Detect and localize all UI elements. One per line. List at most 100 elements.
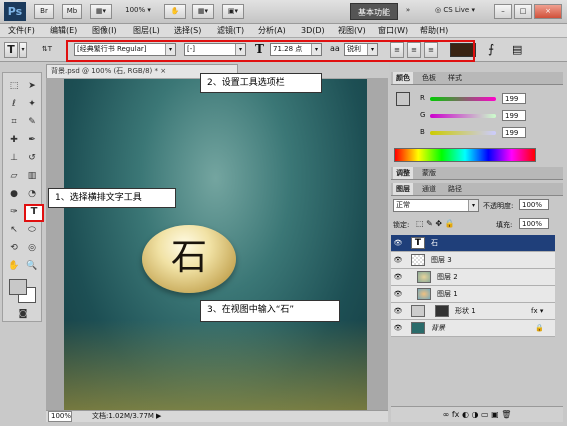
layers-panel-tabs: 图层 通道 路径 xyxy=(391,183,563,196)
menu-edit[interactable]: 编辑(E) xyxy=(50,25,77,37)
pen-tool[interactable]: ✑ xyxy=(6,205,22,219)
workspace-expand-button[interactable]: » xyxy=(402,4,414,19)
view-extras-button[interactable]: ▦▾ xyxy=(90,4,112,19)
hand-tool[interactable]: ✋ xyxy=(6,259,22,273)
crop-tool[interactable]: ⌗ xyxy=(6,115,22,129)
eye-icon[interactable]: 👁 xyxy=(393,238,403,248)
tab-color[interactable]: 颜色 xyxy=(393,72,413,84)
lasso-tool[interactable]: ℓ xyxy=(6,97,22,111)
type-tool-icon: T xyxy=(30,206,38,217)
window-minimize-button[interactable]: – xyxy=(494,4,512,19)
menu-image[interactable]: 图像(I) xyxy=(92,25,117,37)
layer-row-background[interactable]: 👁 背景 🔒 xyxy=(391,320,555,337)
opacity-input[interactable]: 100% xyxy=(519,199,549,210)
eye-icon[interactable]: 👁 xyxy=(393,255,403,265)
character-panel-button[interactable]: ▤ xyxy=(512,43,522,56)
eye-icon[interactable]: 👁 xyxy=(393,323,403,333)
tool-preset-arrow[interactable]: ▾ xyxy=(19,42,27,58)
hand-tool-button[interactable]: ✋ xyxy=(164,4,186,19)
layer-thumbnail xyxy=(411,254,425,266)
zoom-field[interactable]: 100% xyxy=(48,411,72,422)
fill-input[interactable]: 100% xyxy=(519,218,549,229)
tab-masks[interactable]: 蒙版 xyxy=(419,167,439,179)
layer-row-3[interactable]: 👁 图层 3 xyxy=(391,252,555,269)
clone-stamp-tool[interactable]: ⊥ xyxy=(6,151,22,165)
tool-preset-picker[interactable]: T xyxy=(4,42,18,58)
warp-text-button[interactable]: ⨍ xyxy=(488,42,494,56)
eraser-tool[interactable]: ▱ xyxy=(6,169,22,183)
menu-3d[interactable]: 3D(D) xyxy=(301,25,325,37)
screen-mode-button[interactable]: ▣▾ xyxy=(222,4,244,19)
hand-icon: ✋ xyxy=(170,7,180,15)
window-close-button[interactable]: × xyxy=(534,4,562,19)
3d-camera-tool[interactable]: ◎ xyxy=(24,241,40,255)
blend-mode-select[interactable]: 正常 ▾ xyxy=(393,199,479,212)
foreground-color-swatch[interactable] xyxy=(9,279,27,295)
menu-analysis[interactable]: 分析(A) xyxy=(258,25,286,37)
menu-select[interactable]: 选择(S) xyxy=(174,25,201,37)
menu-filter[interactable]: 滤镜(T) xyxy=(217,25,244,37)
move-tool[interactable]: ➤ xyxy=(24,79,40,93)
eye-icon[interactable]: 👁 xyxy=(393,289,403,299)
path-select-tool[interactable]: ↖ xyxy=(6,223,22,237)
layer-actions-icons[interactable]: ∞ fx ◐ ◑ ▭ ▣ 🗑 xyxy=(443,410,512,419)
toggle-text-orientation-button[interactable]: ⇅T xyxy=(38,43,56,57)
stone-text-layer[interactable]: 石 xyxy=(142,225,236,293)
layer-row-2[interactable]: 👁 图层 2 xyxy=(391,269,555,286)
dodge-tool[interactable]: ◔ xyxy=(24,187,40,201)
marquee-tool[interactable]: ⬚ xyxy=(6,79,22,93)
tab-styles[interactable]: 样式 xyxy=(445,72,465,84)
channel-r-value[interactable]: 199 xyxy=(502,93,526,104)
zoom-tool[interactable]: 🔍 xyxy=(24,259,40,273)
channel-r-slider[interactable] xyxy=(430,97,496,101)
blur-tool[interactable]: ● xyxy=(6,187,22,201)
status-menu-arrow[interactable]: ▶ xyxy=(156,411,161,422)
tab-swatches[interactable]: 色板 xyxy=(419,72,439,84)
eye-icon[interactable]: 👁 xyxy=(393,272,403,282)
close-icon[interactable]: × xyxy=(160,67,166,75)
tab-adjustments[interactable]: 调整 xyxy=(393,167,413,179)
layer-row-1[interactable]: 👁 图层 1 xyxy=(391,286,555,303)
eye-icon[interactable]: 👁 xyxy=(393,306,403,316)
window-maximize-button[interactable]: □ xyxy=(514,4,532,19)
tab-channels[interactable]: 通道 xyxy=(419,183,439,195)
channel-g-value[interactable]: 199 xyxy=(502,110,526,121)
layer-effects-icon[interactable]: fx ▾ xyxy=(531,303,543,319)
channel-b-value[interactable]: 199 xyxy=(502,127,526,138)
layer-row-shape[interactable]: 👁 形状 1 fx ▾ xyxy=(391,303,555,320)
quick-mask-icon: ◙ xyxy=(18,309,28,319)
channel-b-slider[interactable] xyxy=(430,131,496,135)
channel-g-slider[interactable] xyxy=(430,114,496,118)
menu-help[interactable]: 帮助(H) xyxy=(420,25,448,37)
brush-tool[interactable]: ✒ xyxy=(24,133,40,147)
shape-tool[interactable]: ⬭ xyxy=(24,223,40,237)
quick-select-tool[interactable]: ✦ xyxy=(24,97,40,111)
lock-icons[interactable]: ⬚ ✎ ✥ 🔒 xyxy=(416,219,455,228)
color-spectrum-ramp[interactable] xyxy=(394,148,536,162)
color-panel-foreground[interactable] xyxy=(396,92,410,106)
zoom-level-dropdown[interactable]: 100% ▾ xyxy=(122,4,154,19)
3d-rotate-tool[interactable]: ⟲ xyxy=(6,241,22,255)
quick-mask-button[interactable]: ◙ xyxy=(15,307,31,321)
tab-layers[interactable]: 图层 xyxy=(393,183,413,195)
healing-tool[interactable]: ✚ xyxy=(6,133,22,147)
bridge-button[interactable]: Br xyxy=(34,4,54,19)
callout-step-2: 2、设置工具选项栏 xyxy=(200,73,322,93)
menu-layer[interactable]: 图层(L) xyxy=(133,25,160,37)
minibridge-button[interactable]: Mb xyxy=(62,4,82,19)
history-brush-tool[interactable]: ↺ xyxy=(24,151,40,165)
horizontal-type-tool[interactable]: T xyxy=(24,204,44,222)
menu-file[interactable]: 文件(F) xyxy=(8,25,35,37)
cs-live-button[interactable]: ◎ CS Live ▾ xyxy=(428,4,482,19)
workspace-button[interactable]: 基本功能 xyxy=(350,3,398,20)
dodge-icon: ◔ xyxy=(28,189,36,199)
layer-row-text[interactable]: 👁 T 石 xyxy=(391,235,555,252)
menu-view[interactable]: 视图(V) xyxy=(338,25,366,37)
tab-paths[interactable]: 路径 xyxy=(445,183,465,195)
arrange-documents-button[interactable]: ▦▾ xyxy=(192,4,214,19)
eyedropper-tool[interactable]: ✎ xyxy=(24,115,40,129)
gradient-tool[interactable]: ▥ xyxy=(24,169,40,183)
lock-icon: 🔒 xyxy=(535,324,544,332)
layer-name: 形状 1 xyxy=(455,307,476,315)
menu-window[interactable]: 窗口(W) xyxy=(378,25,408,37)
